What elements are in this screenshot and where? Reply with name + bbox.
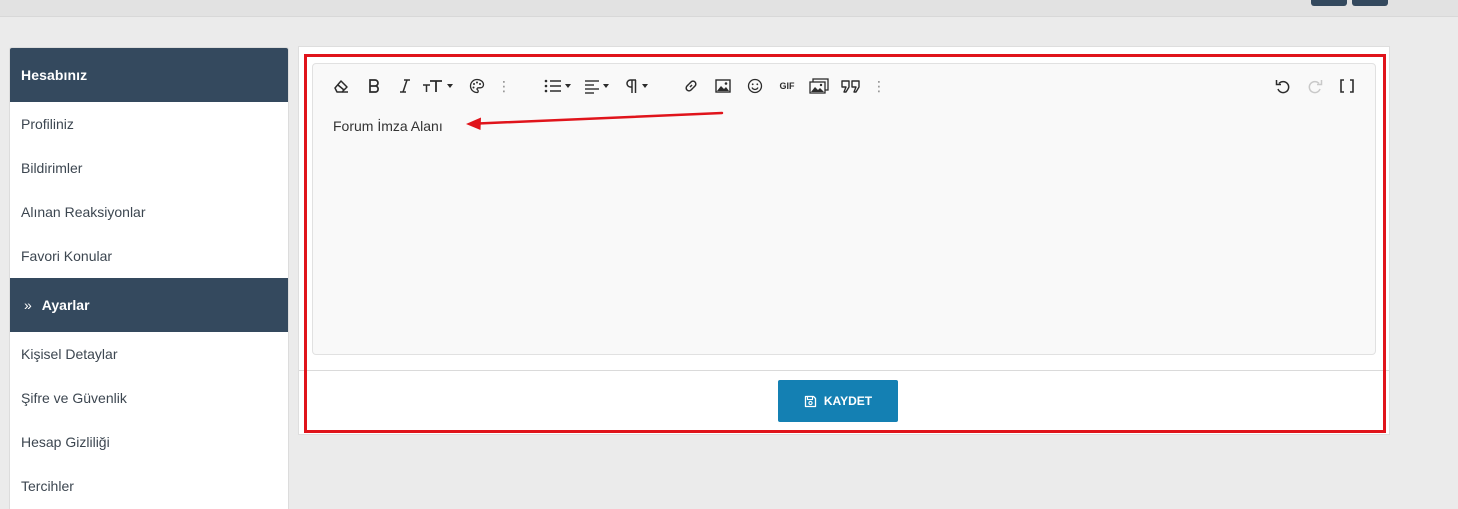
sidebar-item-label: Favori Konular	[21, 248, 113, 264]
save-button-label: KAYDET	[823, 394, 873, 408]
sidebar-item-personal-details[interactable]: Kişisel Detaylar	[10, 332, 288, 376]
fullscreen-icon[interactable]	[1337, 74, 1357, 98]
font-size-icon[interactable]	[420, 74, 454, 98]
top-button-1[interactable]	[1311, 0, 1347, 6]
sidebar-item-label: Alınan Reaksiyonlar	[21, 204, 146, 220]
sidebar-item-label: Şifre ve Güvenlik	[21, 390, 127, 406]
sidebar-item-label: Hesap Gizliliği	[21, 434, 110, 450]
sidebar-item-label: Profiliniz	[21, 116, 74, 132]
sidebar-item-label: Tercihler	[21, 478, 74, 494]
redo-icon[interactable]	[1305, 74, 1325, 98]
italic-icon[interactable]	[396, 74, 414, 98]
gif-icon[interactable]: GIF	[775, 74, 799, 98]
image-icon[interactable]	[713, 74, 733, 98]
smiley-icon[interactable]	[745, 74, 765, 98]
list-icon[interactable]	[540, 74, 574, 98]
more-icon[interactable]: ⋮	[497, 74, 511, 98]
account-sidebar: Hesabınız Profiliniz Bildirimler Alınan …	[9, 47, 289, 509]
link-icon[interactable]	[681, 74, 701, 98]
sidebar-item-notifications[interactable]: Bildirimler	[10, 146, 288, 190]
rich-text-editor[interactable]: ⋮ GIF ⋮ Forum İmza Alanı	[312, 63, 1376, 355]
top-bar	[0, 0, 1458, 17]
sidebar-item-preferences[interactable]: Tercihler	[10, 464, 288, 508]
undo-icon[interactable]	[1273, 74, 1293, 98]
save-icon	[804, 395, 817, 407]
more-icon[interactable]: ⋮	[872, 74, 886, 98]
sidebar-item-label: Bildirimler	[21, 160, 83, 176]
sidebar-section-label: Ayarlar	[41, 297, 90, 313]
save-button[interactable]: KAYDET	[778, 380, 898, 422]
editor-content[interactable]: Forum İmza Alanı	[333, 118, 443, 134]
sidebar-header: Hesabınız	[10, 48, 288, 102]
gif-label: GIF	[779, 81, 795, 91]
sidebar-item-favorite-topics[interactable]: Favori Konular	[10, 234, 288, 278]
top-button-2[interactable]	[1352, 0, 1388, 6]
quote-icon[interactable]	[840, 74, 862, 98]
sidebar-item-password-security[interactable]: Şifre ve Güvenlik	[10, 376, 288, 420]
palette-icon[interactable]	[467, 74, 487, 98]
panel-footer-divider	[299, 370, 1389, 371]
sidebar-item-account-privacy[interactable]: Hesap Gizliliği	[10, 420, 288, 464]
bold-icon[interactable]	[364, 74, 384, 98]
eraser-icon[interactable]	[331, 74, 351, 98]
paragraph-icon[interactable]	[621, 74, 651, 98]
double-chevron-right-icon: »	[24, 297, 32, 313]
editor-toolbar: ⋮ GIF ⋮	[313, 64, 1375, 108]
sidebar-item-label: Kişisel Detaylar	[21, 346, 118, 362]
sidebar-section-settings[interactable]: » Ayarlar	[10, 278, 288, 332]
sidebar-item-reactions[interactable]: Alınan Reaksiyonlar	[10, 190, 288, 234]
align-icon[interactable]	[581, 74, 611, 98]
media-gallery-icon[interactable]	[808, 74, 830, 98]
sidebar-item-profile[interactable]: Profiliniz	[10, 102, 288, 146]
